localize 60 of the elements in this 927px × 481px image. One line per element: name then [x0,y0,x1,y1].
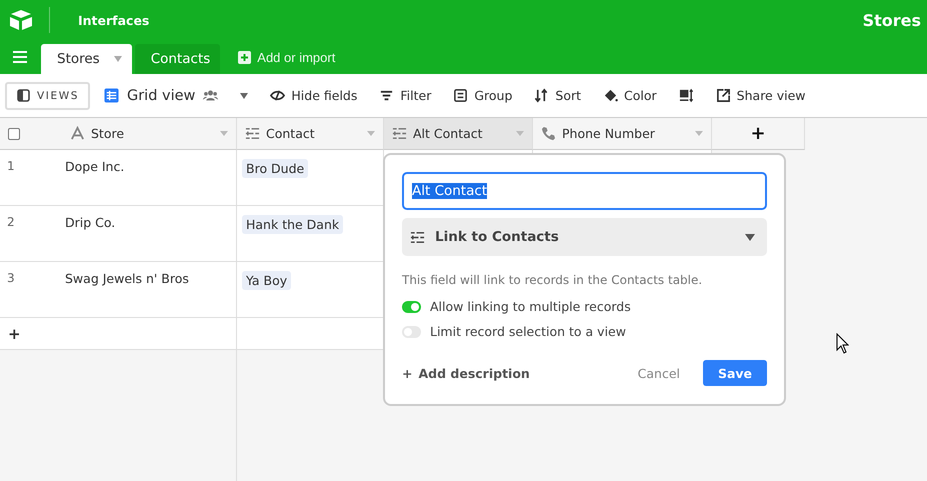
share-icon [716,88,731,103]
table-cell: Swag Jewels n' Bros [65,271,189,286]
column-header[interactable]: Phone Number [533,118,712,150]
grid-icon[interactable] [104,88,119,103]
plus-icon [238,51,252,64]
toolbar-button[interactable]: Hide fields [270,88,358,103]
select-all-checkbox[interactable] [8,128,20,140]
add-row-button[interactable]: + [4,324,25,342]
add-description-button[interactable]: + Add description [402,366,530,380]
link-field-icon [410,230,425,244]
toolbar-button[interactable]: Share view [716,88,806,103]
option-label: Allow linking to multiple records [430,299,631,314]
letter-icon [70,126,85,141]
eye-slash-icon [270,88,286,103]
column-name: Phone Number [562,126,655,141]
column-header[interactable]: Contact [237,118,384,150]
table-tab[interactable]: Stores [41,44,132,74]
save-button[interactable]: Save [703,360,767,386]
views-button[interactable]: VIEWS [5,82,90,110]
field-description: This field will link to records in the Contacts table. [402,273,704,287]
menu-icon[interactable] [13,51,27,63]
column-header[interactable]: Alt Contact [384,118,533,150]
column-name: Alt Contact [413,126,483,141]
sidebar-icon [16,88,31,103]
toolbar-button[interactable]: Group [453,88,512,103]
linked-record-chip[interactable]: Bro Dude [242,159,308,178]
field-name-input[interactable]: Alt Contact [402,172,767,210]
linked-record-chip[interactable]: Ya Boy [242,271,292,290]
column-name: Store [91,126,124,141]
field-type-dropdown[interactable]: Link to Contacts [402,218,767,256]
caret-icon[interactable] [240,92,248,98]
group-icon [453,88,468,103]
row-number: 3 [7,271,16,285]
column-name: Contact [266,126,315,141]
caret-icon [745,234,755,240]
link-field-icon [392,126,407,141]
toolbar-button[interactable]: Filter [379,88,432,103]
table-cell: Drip Co. [65,215,116,230]
filter-icon [379,88,394,103]
cancel-button[interactable]: Cancel [632,364,686,382]
phone-icon [541,126,556,141]
toolbar-button[interactable]: Color [603,88,657,103]
toggle-switch[interactable] [402,300,421,312]
mouse-cursor-icon [836,333,849,354]
people-icon [203,88,218,103]
row-number: 2 [7,215,16,229]
add-column-button[interactable]: + [712,118,805,150]
view-name[interactable]: Grid view [126,88,196,104]
sort-icon [534,88,550,103]
row-height-icon[interactable] [678,88,694,103]
column-header[interactable]: Store [0,118,237,150]
paint-bucket-icon [603,88,618,103]
logo-icon[interactable] [9,9,33,31]
table-cell: Dope Inc. [65,159,124,174]
base-title: Stores [862,10,921,30]
option-label: Limit record selection to a view [430,324,626,339]
toolbar-button[interactable]: Sort [534,88,582,103]
row-number: 1 [7,159,16,173]
link-field-icon [245,126,260,141]
linked-record-chip[interactable]: Hank the Dank [242,215,344,234]
